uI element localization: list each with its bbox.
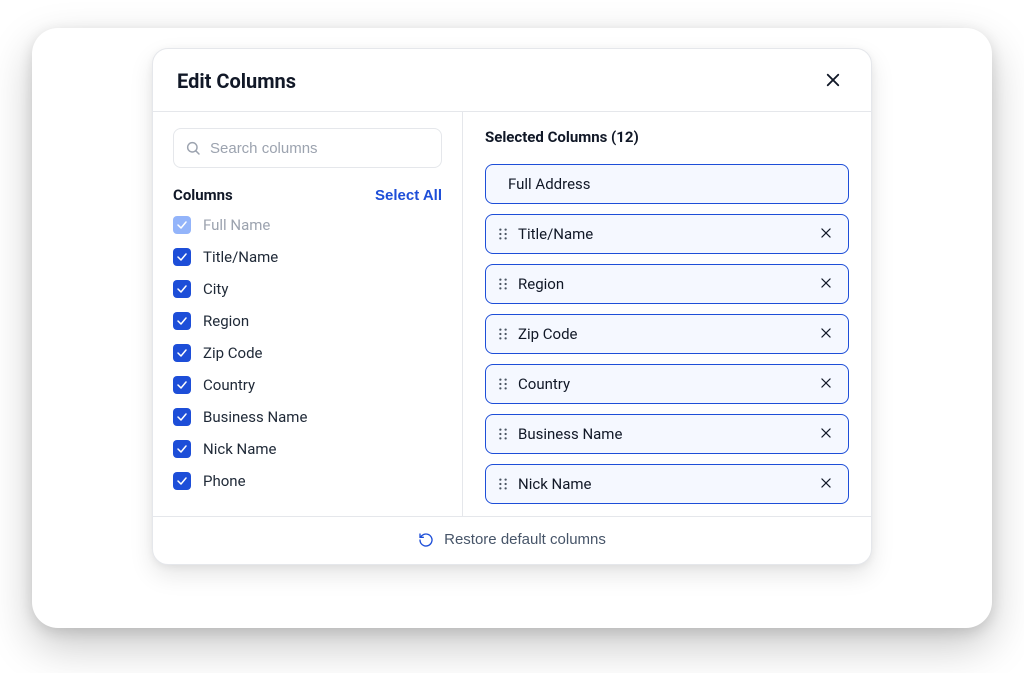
remove-column-button[interactable] — [816, 324, 836, 344]
x-icon — [819, 426, 833, 443]
restore-default-button[interactable]: Restore default columns — [418, 531, 606, 548]
x-icon — [819, 326, 833, 343]
remove-column-button[interactable] — [816, 374, 836, 394]
checkbox-icon — [173, 376, 191, 394]
column-option[interactable]: City — [173, 280, 442, 298]
column-option-label: Region — [203, 312, 249, 330]
column-option[interactable]: Phone — [173, 472, 442, 490]
dialog-header: Edit Columns — [153, 49, 871, 112]
drag-handle-icon[interactable] — [498, 427, 508, 441]
remove-column-button[interactable] — [816, 224, 836, 244]
selected-column-label: Country — [518, 375, 806, 393]
drag-handle-icon[interactable] — [498, 377, 508, 391]
column-option-label: Phone — [203, 472, 246, 490]
checkbox-icon — [173, 408, 191, 426]
remove-column-button[interactable] — [816, 424, 836, 444]
column-option-label: City — [203, 280, 228, 298]
selected-column-chip[interactable]: Title/Name — [485, 214, 849, 254]
selected-column-chip[interactable]: Business Name — [485, 414, 849, 454]
selected-columns-pane: Selected Columns (12) Full Address Title/… — [463, 112, 871, 516]
search-icon — [185, 140, 201, 156]
column-option-label: Country — [203, 376, 255, 394]
column-option[interactable]: Country — [173, 376, 442, 394]
available-columns-pane: Columns Select All Full Name Title/Name Ci… — [153, 112, 463, 516]
selected-column-label: Full Address — [498, 175, 836, 193]
x-icon — [819, 476, 833, 493]
selected-columns-list: Full Address Title/Name Region Zip Code Coun… — [485, 164, 849, 504]
column-option-label: Title/Name — [203, 248, 278, 266]
x-icon — [819, 376, 833, 393]
x-icon — [819, 226, 833, 243]
checkbox-icon — [173, 344, 191, 362]
selected-columns-heading: Selected Columns (12) — [485, 128, 849, 146]
dialog-body: Columns Select All Full Name Title/Name Ci… — [153, 112, 871, 516]
selected-column-chip[interactable]: Zip Code — [485, 314, 849, 354]
search-wrap — [173, 128, 442, 168]
dialog-footer: Restore default columns — [153, 516, 871, 564]
selected-column-chip: Full Address — [485, 164, 849, 204]
selected-column-label: Title/Name — [518, 225, 806, 243]
search-input[interactable] — [173, 128, 442, 168]
drag-handle-icon[interactable] — [498, 477, 508, 491]
x-icon — [819, 276, 833, 293]
drag-handle-icon[interactable] — [498, 227, 508, 241]
column-option-label: Full Name — [203, 216, 270, 234]
remove-column-button[interactable] — [816, 274, 836, 294]
column-option-label: Nick Name — [203, 440, 277, 458]
restore-icon — [418, 532, 434, 548]
columns-list: Full Name Title/Name City Region Zip Code Cou… — [173, 216, 442, 490]
column-option[interactable]: Business Name — [173, 408, 442, 426]
edit-columns-dialog: Edit Columns — [152, 48, 872, 565]
drag-handle-icon[interactable] — [498, 277, 508, 291]
remove-column-button[interactable] — [816, 474, 836, 494]
selected-column-label: Zip Code — [518, 325, 806, 343]
column-option[interactable]: Nick Name — [173, 440, 442, 458]
select-all-button[interactable]: Select All — [375, 187, 442, 204]
column-option-label: Business Name — [203, 408, 307, 426]
close-icon — [824, 71, 842, 92]
checkbox-icon — [173, 280, 191, 298]
columns-heading: Columns — [173, 186, 233, 204]
column-option[interactable]: Region — [173, 312, 442, 330]
selected-column-label: Region — [518, 275, 806, 293]
columns-header: Columns Select All — [173, 186, 442, 204]
outer-card: Edit Columns — [32, 28, 992, 628]
drag-handle-icon[interactable] — [498, 327, 508, 341]
column-option[interactable]: Title/Name — [173, 248, 442, 266]
column-option[interactable]: Zip Code — [173, 344, 442, 362]
column-option: Full Name — [173, 216, 442, 234]
dialog-title: Edit Columns — [177, 69, 296, 93]
checkbox-icon — [173, 472, 191, 490]
checkbox-icon — [173, 440, 191, 458]
selected-column-chip[interactable]: Region — [485, 264, 849, 304]
selected-column-chip[interactable]: Nick Name — [485, 464, 849, 504]
checkbox-icon — [173, 216, 191, 234]
restore-default-label: Restore default columns — [444, 531, 606, 548]
selected-column-label: Business Name — [518, 425, 806, 443]
selected-column-label: Nick Name — [518, 475, 806, 493]
close-button[interactable] — [819, 67, 847, 95]
column-option-label: Zip Code — [203, 344, 263, 362]
checkbox-icon — [173, 248, 191, 266]
checkbox-icon — [173, 312, 191, 330]
selected-column-chip[interactable]: Country — [485, 364, 849, 404]
